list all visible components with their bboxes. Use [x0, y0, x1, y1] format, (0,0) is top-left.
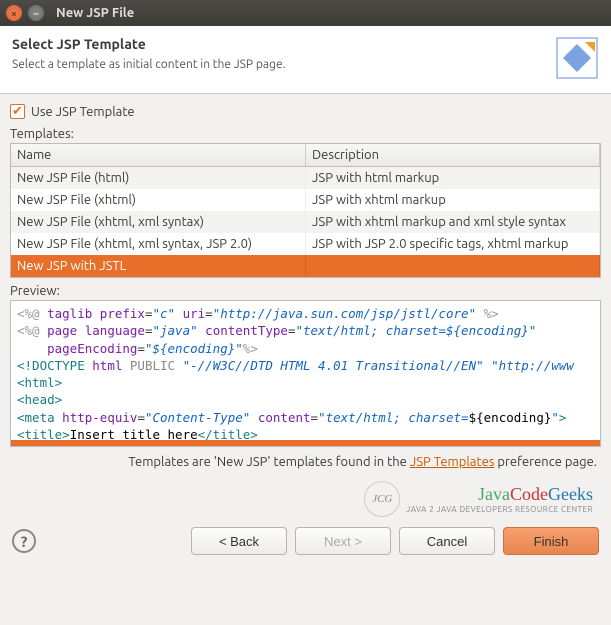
page-subtitle: Select a template as initial content in … [12, 58, 286, 71]
window-close-button[interactable]: × [6, 5, 22, 21]
table-row[interactable]: New JSP File (xhtml) JSP with xhtml mark… [11, 189, 600, 211]
table-row[interactable]: New JSP File (xhtml, xml syntax, JSP 2.0… [11, 233, 600, 255]
window-minimize-button[interactable]: – [28, 5, 44, 21]
finish-button[interactable]: Finish [503, 527, 599, 555]
jsp-templates-link[interactable]: JSP Templates [410, 455, 495, 469]
table-row[interactable]: New JSP File (xhtml, xml syntax) JSP wit… [11, 211, 600, 233]
preview-label: Preview: [10, 284, 601, 298]
use-template-checkbox[interactable]: ✔ [10, 104, 25, 119]
window-title: New JSP File [56, 6, 134, 20]
preview-pane[interactable]: <%@ taglib prefix="c" uri="http://java.s… [10, 300, 601, 447]
templates-table: Name Description New JSP File (html) JSP… [10, 143, 601, 278]
preview-scrollbar[interactable] [11, 440, 600, 446]
column-header-description[interactable]: Description [306, 144, 600, 167]
help-button[interactable]: ? [12, 529, 36, 553]
use-template-checkbox-row: ✔ Use JSP Template [10, 104, 601, 119]
table-row[interactable]: New JSP File (html) JSP with html markup [11, 167, 600, 189]
back-button[interactable]: < Back [191, 527, 287, 555]
table-row-selected[interactable]: New JSP with JSTL [11, 255, 600, 277]
use-template-label: Use JSP Template [31, 105, 135, 119]
wizard-icon [555, 36, 599, 83]
logo-area: JCG JavaCodeGeeks JAVA 2 JAVA DEVELOPERS… [0, 469, 611, 517]
logo-badge-icon: JCG [364, 481, 400, 517]
page-title: Select JSP Template [12, 36, 286, 52]
button-bar: ? < Back Next > Cancel Finish [0, 517, 611, 565]
wizard-header: Select JSP Template Select a template as… [0, 26, 611, 94]
cancel-button[interactable]: Cancel [399, 527, 495, 555]
footer-note: Templates are 'New JSP' templates found … [10, 455, 597, 469]
column-header-name[interactable]: Name [11, 144, 306, 167]
title-bar: × – New JSP File [0, 0, 611, 26]
next-button: Next > [295, 527, 391, 555]
templates-label: Templates: [10, 127, 601, 141]
java-code-geeks-logo: JCG JavaCodeGeeks JAVA 2 JAVA DEVELOPERS… [364, 481, 593, 517]
table-header: Name Description [11, 144, 600, 167]
